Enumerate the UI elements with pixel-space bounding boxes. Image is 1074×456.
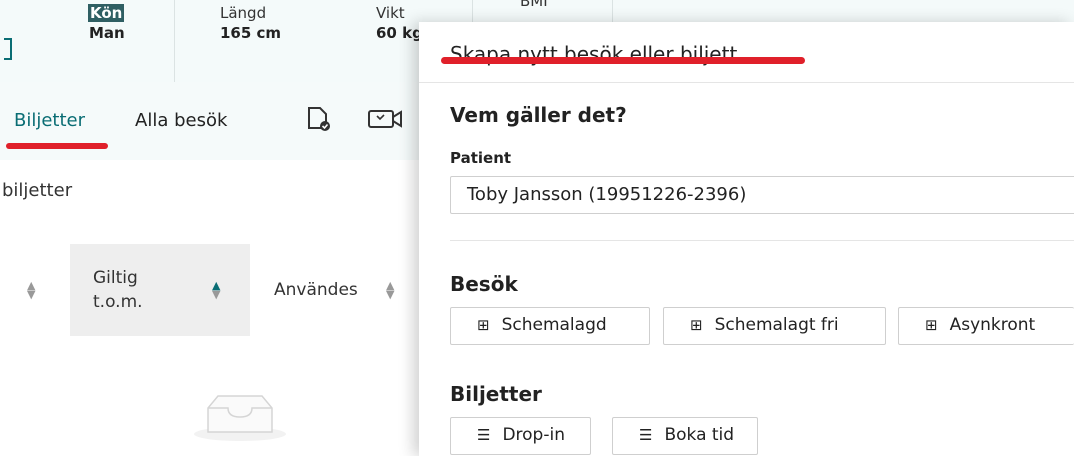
- sort-icon[interactable]: ▲ ▼: [386, 280, 394, 300]
- table-header: ▲ ▼ Giltig t.o.m. ▲ ▼ Användes ▲ ▼: [0, 244, 420, 336]
- schemalagt-fri-button[interactable]: ⊞ Schemalagt fri: [663, 307, 886, 345]
- col-anvandes-label: Användes: [274, 280, 358, 300]
- boka-tid-button[interactable]: ☰ Boka tid: [612, 417, 758, 455]
- kon-label: Kön: [88, 4, 125, 22]
- boka-tid-label: Boka tid: [664, 425, 735, 445]
- tab-alla-besok[interactable]: Alla besök: [135, 110, 227, 131]
- divider: [419, 82, 1074, 83]
- add-document-icon: ⊞: [690, 316, 703, 334]
- patient-cell-langd: Längd 165 cm: [174, 0, 342, 82]
- video-icon[interactable]: [367, 108, 407, 136]
- section-label: biljetter: [2, 180, 73, 201]
- patient-cell-kon: Kön Man: [0, 0, 175, 82]
- tickets-heading: Biljetter: [450, 382, 542, 406]
- langd-label: Längd: [220, 4, 267, 22]
- schemalagt-fri-label: Schemalagt fri: [714, 315, 839, 335]
- schemalagd-label: Schemalagd: [501, 315, 607, 335]
- document-check-icon[interactable]: [305, 106, 331, 138]
- sort-icon[interactable]: ▲ ▼: [27, 280, 35, 300]
- create-visit-panel: Skapa nytt besök eller biljett Vem gälle…: [419, 22, 1074, 456]
- drop-in-label: Drop-in: [502, 425, 565, 445]
- bmi-label: BMI: [520, 0, 548, 10]
- divider: [450, 240, 1074, 241]
- tab-biljetter[interactable]: Biljetter: [14, 110, 85, 131]
- col-giltig-label: Giltig t.o.m.: [93, 268, 143, 312]
- col-giltig[interactable]: Giltig t.o.m. ▲ ▼: [70, 244, 250, 336]
- kon-value: Man: [89, 24, 125, 42]
- vikt-label: Vikt: [376, 4, 405, 22]
- who-heading: Vem gäller det?: [450, 103, 627, 127]
- langd-value: 165 cm: [220, 24, 282, 42]
- vikt-value: 60 kg: [376, 24, 423, 42]
- col-anvandes[interactable]: Användes ▲ ▼: [274, 244, 414, 336]
- annotation-underline: [441, 57, 805, 64]
- annotation-underline: [6, 143, 108, 149]
- document-icon: ☰: [639, 426, 653, 444]
- asynkront-label: Asynkront: [949, 315, 1036, 335]
- add-document-icon: ⊞: [477, 316, 490, 334]
- sort-asc-icon[interactable]: ▲ ▼: [212, 280, 220, 300]
- visits-heading: Besök: [450, 272, 518, 296]
- schemalagd-button[interactable]: ⊞ Schemalagd: [450, 307, 650, 345]
- drop-in-button[interactable]: ☰ Drop-in: [450, 417, 591, 455]
- asynkront-button[interactable]: ⊞ Asynkront: [898, 307, 1074, 345]
- empty-inbox-icon: [194, 395, 286, 441]
- patient-label: Patient: [450, 149, 512, 167]
- patient-field[interactable]: Toby Jansson (19951226-2396): [450, 176, 1074, 214]
- document-icon: ☰: [477, 426, 491, 444]
- add-document-icon: ⊞: [925, 316, 938, 334]
